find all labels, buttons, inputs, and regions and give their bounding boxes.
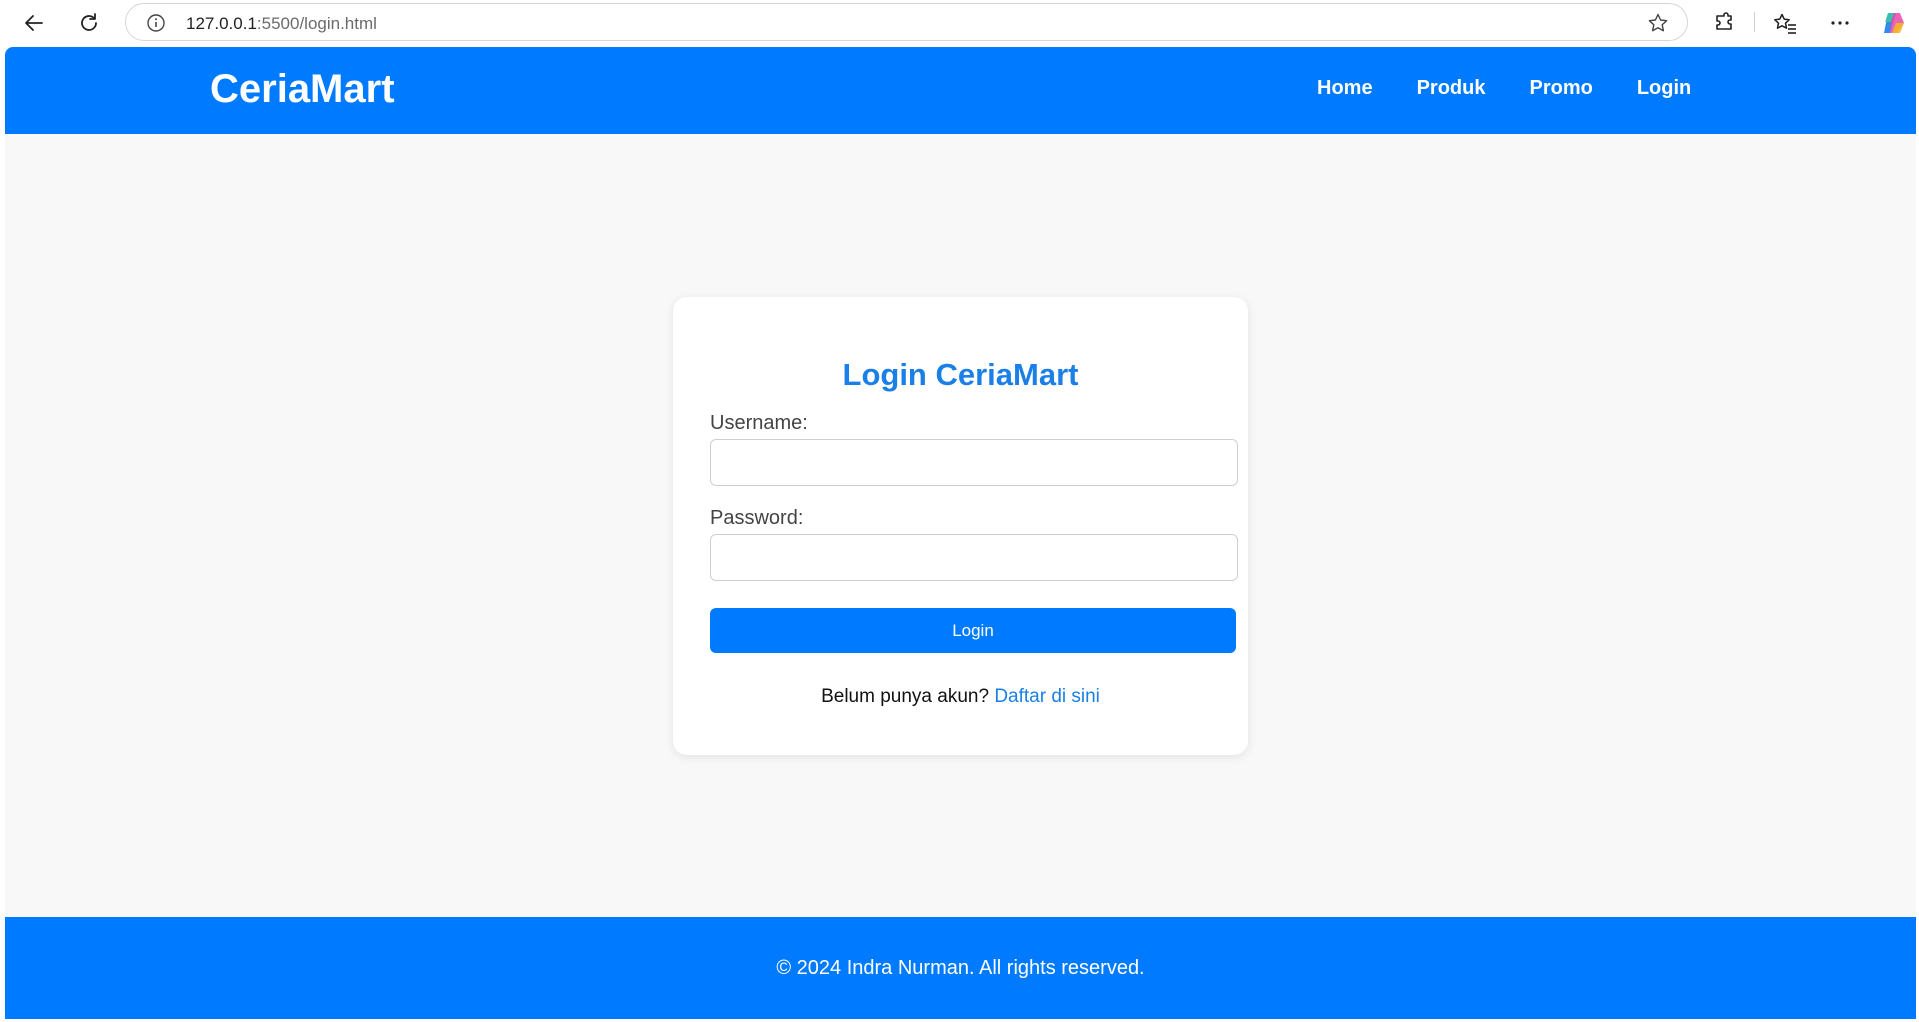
reload-icon[interactable]	[72, 6, 106, 40]
login-button[interactable]: Login	[710, 608, 1236, 653]
more-icon[interactable]	[1823, 6, 1857, 40]
password-label: Password:	[710, 507, 804, 529]
browser-toolbar: 127.0.0.1:5500/login.html	[0, 0, 1919, 45]
username-label: Username:	[710, 412, 808, 434]
info-icon[interactable]	[146, 13, 166, 33]
register-prompt-text: Belum punya akun?	[821, 686, 990, 707]
main-nav: Home Produk Promo Login	[1317, 77, 1691, 100]
brand-logo[interactable]: CeriaMart	[210, 67, 395, 112]
copilot-icon[interactable]	[1877, 6, 1911, 40]
footer-copyright: © 2024 Indra Nurman. All rights reserved…	[776, 956, 1145, 979]
address-bar[interactable]: 127.0.0.1:5500/login.html	[125, 3, 1688, 41]
login-title: Login CeriaMart	[842, 357, 1079, 392]
site-footer: © 2024 Indra Nurman. All rights reserved…	[5, 917, 1916, 1019]
site-header: CeriaMart Home Produk Promo Login	[5, 47, 1916, 134]
nav-login[interactable]: Login	[1637, 77, 1691, 100]
nav-home[interactable]: Home	[1317, 77, 1373, 100]
toolbar-divider	[1754, 12, 1755, 32]
back-icon[interactable]	[17, 6, 51, 40]
extensions-icon[interactable]	[1707, 6, 1741, 40]
login-card: Login CeriaMart Username: Password: Logi…	[673, 297, 1248, 755]
star-icon[interactable]	[1647, 12, 1669, 34]
register-link[interactable]: Daftar di sini	[994, 686, 1100, 707]
register-prompt: Belum punya akun? Daftar di sini	[673, 686, 1248, 708]
page-viewport: CeriaMart Home Produk Promo Login Login …	[5, 47, 1916, 1019]
url-path: :5500/login.html	[256, 14, 377, 33]
password-input[interactable]	[710, 534, 1238, 581]
favorites-icon[interactable]	[1768, 6, 1802, 40]
url-host: 127.0.0.1	[186, 14, 257, 33]
nav-produk[interactable]: Produk	[1417, 77, 1486, 100]
url-text[interactable]: 127.0.0.1:5500/login.html	[186, 14, 377, 34]
nav-promo[interactable]: Promo	[1529, 77, 1592, 100]
username-input[interactable]	[710, 439, 1238, 486]
